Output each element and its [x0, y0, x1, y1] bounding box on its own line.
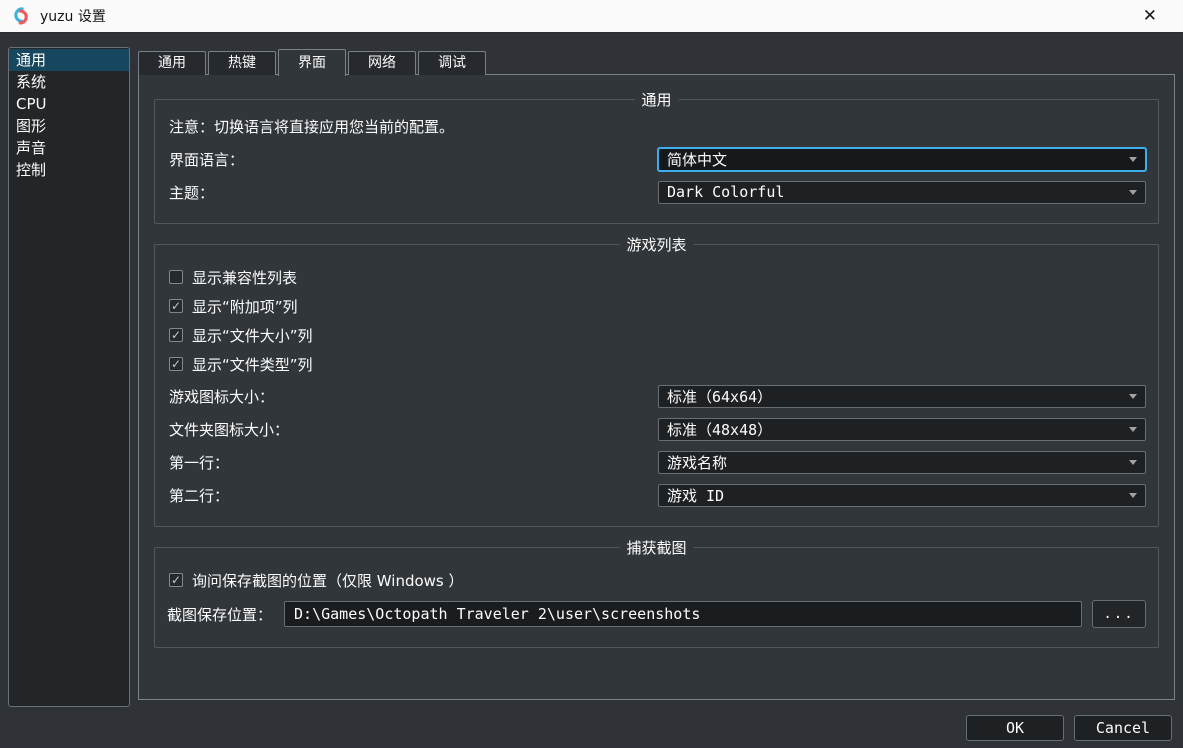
screenshots-groupbox: 捕获截图 ✓ 询问保存截图的位置（仅限 Windows ） 截图保存位置： D:…: [154, 547, 1159, 648]
category-list: 通用 系统 CPU 图形 声音 控制: [8, 47, 130, 707]
show-size-column-checkbox[interactable]: ✓: [169, 328, 183, 342]
chevron-down-icon: [1129, 427, 1137, 432]
checkmark-icon: ✓: [171, 358, 181, 370]
checkmark-icon: ✓: [171, 329, 181, 341]
language-select-value: 简体中文: [667, 149, 727, 170]
screenshot-path-value: D:\Games\Octopath Traveler 2\user\screen…: [294, 605, 700, 623]
checkmark-icon: ✓: [171, 574, 181, 586]
chevron-down-icon: [1129, 460, 1137, 465]
tab-interface[interactable]: 界面: [278, 49, 346, 76]
game-list-groupbox: 游戏列表 显示兼容性列表 ✓ 显示“附加项”列 ✓ 显示“文件大小”列 ✓ 显示…: [154, 244, 1159, 527]
ok-button[interactable]: OK: [966, 715, 1064, 741]
tab-debug[interactable]: 调试: [418, 51, 486, 75]
general-groupbox: 通用 注意：切换语言将直接应用您当前的配置。 界面语言： 简体中文 主题： Da…: [154, 99, 1159, 224]
game-icon-size-select[interactable]: 标准（64x64）: [658, 385, 1146, 408]
screenshots-group-title: 捕获截图: [619, 537, 693, 558]
tab-general[interactable]: 通用: [138, 51, 206, 75]
show-size-column-checkbox-row: ✓ 显示“文件大小”列: [169, 324, 1146, 346]
sidebar-item-cpu[interactable]: CPU: [9, 93, 129, 115]
row-2-text-select[interactable]: 游戏 ID: [658, 484, 1146, 507]
folder-icon-size-value: 标准（48x48）: [667, 419, 772, 440]
tab-hotkeys[interactable]: 热键: [208, 51, 276, 75]
row-1-text-row: 第一行： 游戏名称: [167, 450, 1146, 474]
folder-icon-size-label: 文件夹图标大小：: [167, 419, 658, 440]
game-icon-size-label: 游戏图标大小：: [167, 386, 658, 407]
row-1-text-select[interactable]: 游戏名称: [658, 451, 1146, 474]
ask-screenshot-path-label: 询问保存截图的位置（仅限 Windows ）: [192, 570, 464, 591]
show-filetype-column-label: 显示“文件类型”列: [192, 354, 313, 375]
chevron-down-icon: [1129, 157, 1137, 162]
row-2-text-value: 游戏 ID: [667, 485, 724, 506]
theme-select-value: Dark Colorful: [667, 183, 784, 201]
game-icon-size-row: 游戏图标大小： 标准（64x64）: [167, 384, 1146, 408]
row-1-text-value: 游戏名称: [667, 452, 727, 473]
interface-tab-pane: 通用 注意：切换语言将直接应用您当前的配置。 界面语言： 简体中文 主题： Da…: [138, 74, 1175, 700]
row-1-text-label: 第一行：: [167, 452, 658, 473]
show-filetype-column-checkbox[interactable]: ✓: [169, 357, 183, 371]
folder-icon-size-row: 文件夹图标大小： 标准（48x48）: [167, 417, 1146, 441]
general-group-title: 通用: [634, 89, 678, 110]
row-2-text-label: 第二行：: [167, 485, 658, 506]
browse-button[interactable]: ...: [1092, 600, 1146, 628]
language-row: 界面语言： 简体中文: [167, 147, 1146, 171]
sidebar-item-graphics[interactable]: 图形: [9, 115, 129, 137]
chevron-down-icon: [1129, 394, 1137, 399]
language-label: 界面语言：: [167, 149, 658, 170]
screenshot-path-input[interactable]: D:\Games\Octopath Traveler 2\user\screen…: [284, 601, 1082, 627]
sidebar-item-system[interactable]: 系统: [9, 71, 129, 93]
sidebar-item-audio[interactable]: 声音: [9, 137, 129, 159]
show-addons-column-checkbox-row: ✓ 显示“附加项”列: [169, 295, 1146, 317]
show-compat-list-label: 显示兼容性列表: [192, 267, 297, 288]
chevron-down-icon: [1129, 493, 1137, 498]
show-filetype-column-checkbox-row: ✓ 显示“文件类型”列: [169, 353, 1146, 375]
show-size-column-label: 显示“文件大小”列: [192, 325, 313, 346]
show-compat-list-checkbox[interactable]: [169, 270, 183, 284]
window-title: yuzu 设置: [40, 6, 106, 26]
yuzu-logo-icon: [10, 5, 32, 27]
tab-bar: 通用 热键 界面 网络 调试: [138, 48, 488, 75]
sidebar-item-general[interactable]: 通用: [9, 49, 129, 71]
language-change-note: 注意：切换语言将直接应用您当前的配置。: [169, 116, 1146, 137]
cancel-button[interactable]: Cancel: [1074, 715, 1172, 741]
show-addons-column-label: 显示“附加项”列: [192, 296, 298, 317]
folder-icon-size-select[interactable]: 标准（48x48）: [658, 418, 1146, 441]
theme-row: 主题： Dark Colorful: [167, 180, 1146, 204]
tab-network[interactable]: 网络: [348, 51, 416, 75]
window-titlebar: yuzu 设置 ✕: [0, 0, 1183, 33]
close-icon[interactable]: ✕: [1137, 6, 1163, 27]
show-compat-list-checkbox-row: 显示兼容性列表: [169, 266, 1146, 288]
ask-screenshot-path-checkbox[interactable]: ✓: [169, 573, 183, 587]
show-addons-column-checkbox[interactable]: ✓: [169, 299, 183, 313]
ask-screenshot-path-checkbox-row: ✓ 询问保存截图的位置（仅限 Windows ）: [169, 569, 1146, 591]
theme-label: 主题：: [167, 182, 658, 203]
screenshot-path-label: 截图保存位置：: [167, 604, 272, 625]
screenshot-path-row: 截图保存位置： D:\Games\Octopath Traveler 2\use…: [167, 600, 1146, 628]
game-icon-size-value: 标准（64x64）: [667, 386, 772, 407]
dialog-buttons: OK Cancel: [966, 715, 1172, 741]
theme-select[interactable]: Dark Colorful: [658, 181, 1146, 204]
game-list-group-title: 游戏列表: [619, 234, 693, 255]
sidebar-item-controls[interactable]: 控制: [9, 159, 129, 181]
row-2-text-row: 第二行： 游戏 ID: [167, 483, 1146, 507]
chevron-down-icon: [1129, 190, 1137, 195]
checkmark-icon: ✓: [171, 300, 181, 312]
language-select[interactable]: 简体中文: [658, 148, 1146, 171]
